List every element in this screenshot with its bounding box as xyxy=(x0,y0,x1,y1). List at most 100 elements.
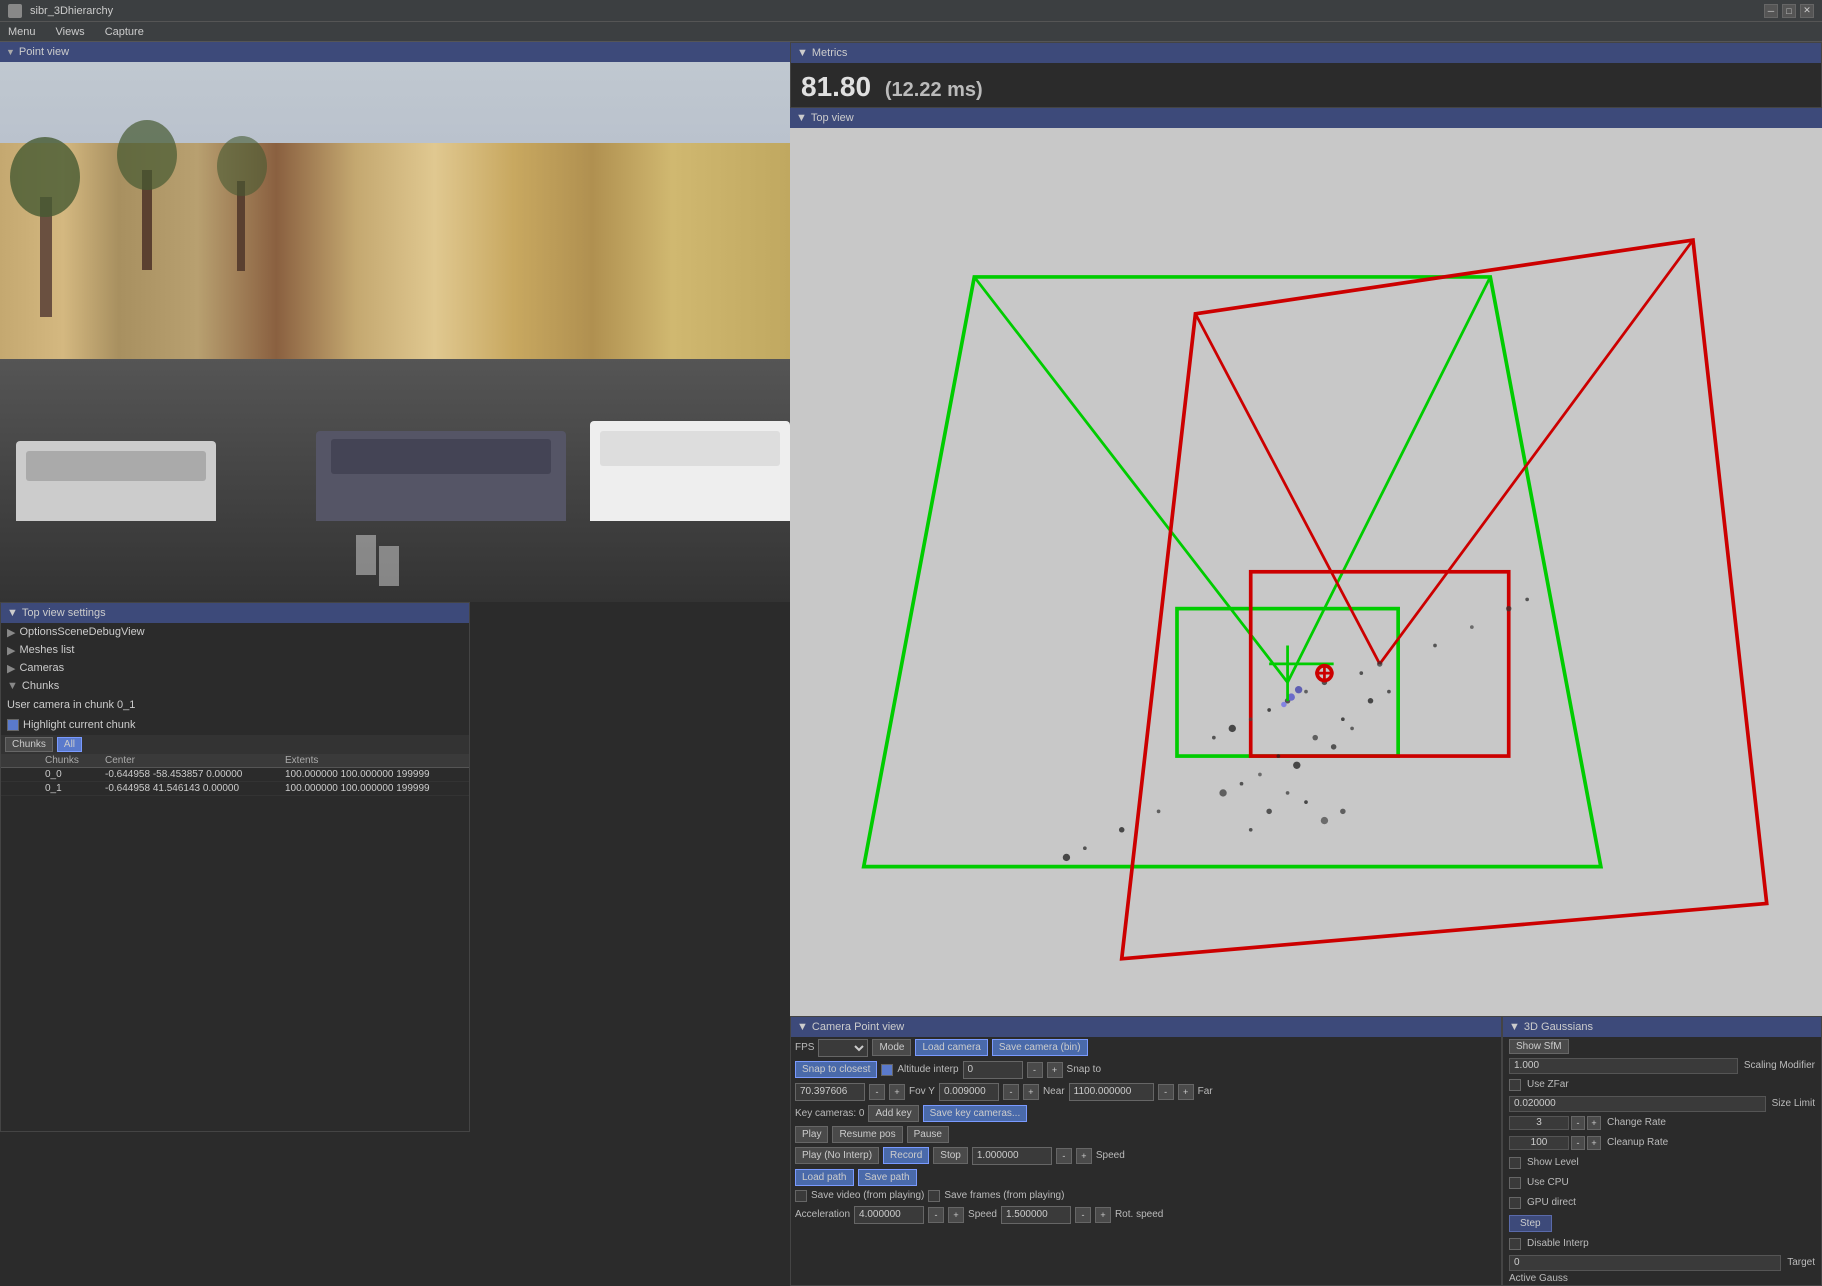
maximize-button[interactable]: □ xyxy=(1782,4,1796,18)
top-view-svg xyxy=(790,128,1822,1016)
altitude-plus-btn[interactable]: + xyxy=(1047,1062,1063,1078)
window-title: sibr_3Dhierarchy xyxy=(30,5,113,17)
point-view-header: ▼ Point view xyxy=(0,42,790,62)
play-btn[interactable]: Play xyxy=(795,1126,828,1143)
speed2-input[interactable] xyxy=(1001,1206,1071,1224)
cleanup-rate-input[interactable] xyxy=(1509,1136,1569,1150)
window-controls[interactable]: ─ □ ✕ xyxy=(1764,4,1814,18)
fov-y-plus-btn[interactable]: + xyxy=(1023,1084,1039,1100)
speed-value-input[interactable] xyxy=(972,1147,1052,1165)
show-sfm-btn[interactable]: Show SfM xyxy=(1509,1039,1569,1054)
slider-thumb xyxy=(1509,1285,1521,1286)
cam-row-9: Acceleration - + Speed - + Rot. speed xyxy=(791,1204,1501,1226)
record-btn[interactable]: Record xyxy=(883,1147,929,1164)
fov-plus-btn[interactable]: + xyxy=(889,1084,905,1100)
speed-minus-btn[interactable]: - xyxy=(1056,1148,1072,1164)
use-zfar-row: Use ZFar xyxy=(1503,1075,1821,1095)
cam-row-6: Play (No Interp) Record Stop - + Speed xyxy=(791,1145,1501,1167)
cam-row-5: Play Resume pos Pause xyxy=(791,1124,1501,1145)
resume-pos-btn[interactable]: Resume pos xyxy=(832,1126,902,1143)
altitude-interp-checkbox[interactable] xyxy=(881,1064,893,1076)
minimize-button[interactable]: ─ xyxy=(1764,4,1778,18)
use-zfar-checkbox[interactable] xyxy=(1509,1079,1521,1091)
menu-capture[interactable]: Capture xyxy=(101,26,148,38)
cam-row-8: Save video (from playing) Save frames (f… xyxy=(791,1188,1501,1204)
fps-dropdown[interactable] xyxy=(818,1039,868,1057)
target-label: Target xyxy=(1787,1257,1815,1268)
use-cpu-checkbox[interactable] xyxy=(1509,1177,1521,1189)
change-rate-plus[interactable]: + xyxy=(1587,1116,1601,1130)
close-button[interactable]: ✕ xyxy=(1800,4,1814,18)
target-input[interactable] xyxy=(1509,1255,1781,1271)
save-path-btn[interactable]: Save path xyxy=(858,1169,917,1186)
accel-plus-btn[interactable]: + xyxy=(948,1207,964,1223)
top-view-settings-header: ▼ Top view settings xyxy=(1,603,469,623)
gaussians-3d-panel: ▼ 3D Gaussians Show SfM Scaling Modifier… xyxy=(1502,1016,1822,1286)
load-path-btn[interactable]: Load path xyxy=(795,1169,854,1186)
gaussians-triangle: ▼ xyxy=(1509,1021,1520,1033)
all-btn[interactable]: All xyxy=(57,737,82,752)
fov-minus-btn[interactable]: - xyxy=(869,1084,885,1100)
save-key-cameras-btn[interactable]: Save key cameras... xyxy=(923,1105,1028,1122)
tree-trunk-3 xyxy=(237,181,245,271)
table-row[interactable]: 0_1 -0.644958 41.546143 0.00000 100.0000… xyxy=(1,782,469,796)
fov-value-input[interactable] xyxy=(795,1083,865,1101)
save-video-label: Save video (from playing) xyxy=(811,1190,924,1201)
stop-btn[interactable]: Stop xyxy=(933,1147,968,1164)
chunks-btn[interactable]: Chunks xyxy=(5,737,53,752)
change-rate-minus[interactable]: - xyxy=(1571,1116,1585,1130)
altitude-minus-btn[interactable]: - xyxy=(1027,1062,1043,1078)
meshes-list-label: Meshes list xyxy=(19,644,74,656)
acceleration-input[interactable] xyxy=(854,1206,924,1224)
save-frames-checkbox[interactable] xyxy=(928,1190,940,1202)
mode-btn[interactable]: Mode xyxy=(872,1039,911,1056)
cleanup-rate-plus[interactable]: + xyxy=(1587,1136,1601,1150)
fov-y-minus-btn[interactable]: - xyxy=(1003,1084,1019,1100)
street-view-image xyxy=(0,62,790,602)
near-input[interactable] xyxy=(1069,1083,1154,1101)
row1-extents: 100.000000 100.000000 199999 xyxy=(285,783,465,794)
metrics-triangle: ▼ xyxy=(797,47,808,59)
meshes-list-item[interactable]: ▶ Meshes list xyxy=(1,641,469,659)
cam-row-1: FPS Mode Load camera Save camera (bin) xyxy=(791,1037,1501,1059)
accel-minus-btn[interactable]: - xyxy=(928,1207,944,1223)
play-no-interp-btn[interactable]: Play (No Interp) xyxy=(795,1147,879,1164)
options-scene-debug-view-item[interactable]: ▶ OptionsSceneDebugView xyxy=(1,623,469,641)
save-video-checkbox[interactable] xyxy=(795,1190,807,1202)
highlight-chunk-checkbox[interactable] xyxy=(7,719,19,731)
menu-views[interactable]: Views xyxy=(52,26,89,38)
metrics-title: Metrics xyxy=(812,47,847,59)
speed-plus-btn[interactable]: + xyxy=(1076,1148,1092,1164)
pause-btn[interactable]: Pause xyxy=(907,1126,949,1143)
altitude-value-input[interactable] xyxy=(963,1061,1023,1079)
size-limit-input[interactable] xyxy=(1509,1096,1766,1112)
camera-pv-title: Camera Point view xyxy=(812,1021,904,1033)
tree-trunk-1 xyxy=(40,197,52,317)
show-level-checkbox[interactable] xyxy=(1509,1157,1521,1169)
save-camera-btn[interactable]: Save camera (bin) xyxy=(992,1039,1088,1056)
speed2-minus-btn[interactable]: - xyxy=(1075,1207,1091,1223)
scaling-modifier-input[interactable] xyxy=(1509,1058,1738,1074)
cameras-item[interactable]: ▶ Cameras xyxy=(1,659,469,677)
near-minus-btn[interactable]: - xyxy=(1158,1084,1174,1100)
car-3 xyxy=(590,421,790,521)
load-camera-btn[interactable]: Load camera xyxy=(915,1039,987,1056)
chunks-item[interactable]: ▼ Chunks xyxy=(1,677,469,695)
menu-menu[interactable]: Menu xyxy=(4,26,40,38)
add-key-btn[interactable]: Add key xyxy=(868,1105,918,1122)
tree-canopy-1 xyxy=(10,137,80,217)
gpu-direct-row: GPU direct xyxy=(1503,1193,1821,1213)
step-btn[interactable]: Step xyxy=(1509,1215,1552,1232)
near-plus-btn[interactable]: + xyxy=(1178,1084,1194,1100)
gpu-direct-label: GPU direct xyxy=(1527,1197,1815,1208)
metrics-value: 81.80 (12.22 ms) xyxy=(791,63,1821,107)
gpu-direct-checkbox[interactable] xyxy=(1509,1197,1521,1209)
cam-row-2: Snap to closest Altitude interp - + Snap… xyxy=(791,1059,1501,1081)
snap-to-closest-btn[interactable]: Snap to closest xyxy=(795,1061,877,1078)
cleanup-rate-minus[interactable]: - xyxy=(1571,1136,1585,1150)
speed2-plus-btn[interactable]: + xyxy=(1095,1207,1111,1223)
table-row[interactable]: 0_0 -0.644958 -58.453857 0.00000 100.000… xyxy=(1,768,469,782)
change-rate-input[interactable] xyxy=(1509,1116,1569,1130)
disable-interp-checkbox[interactable] xyxy=(1509,1238,1521,1250)
fov-y-input[interactable] xyxy=(939,1083,999,1101)
